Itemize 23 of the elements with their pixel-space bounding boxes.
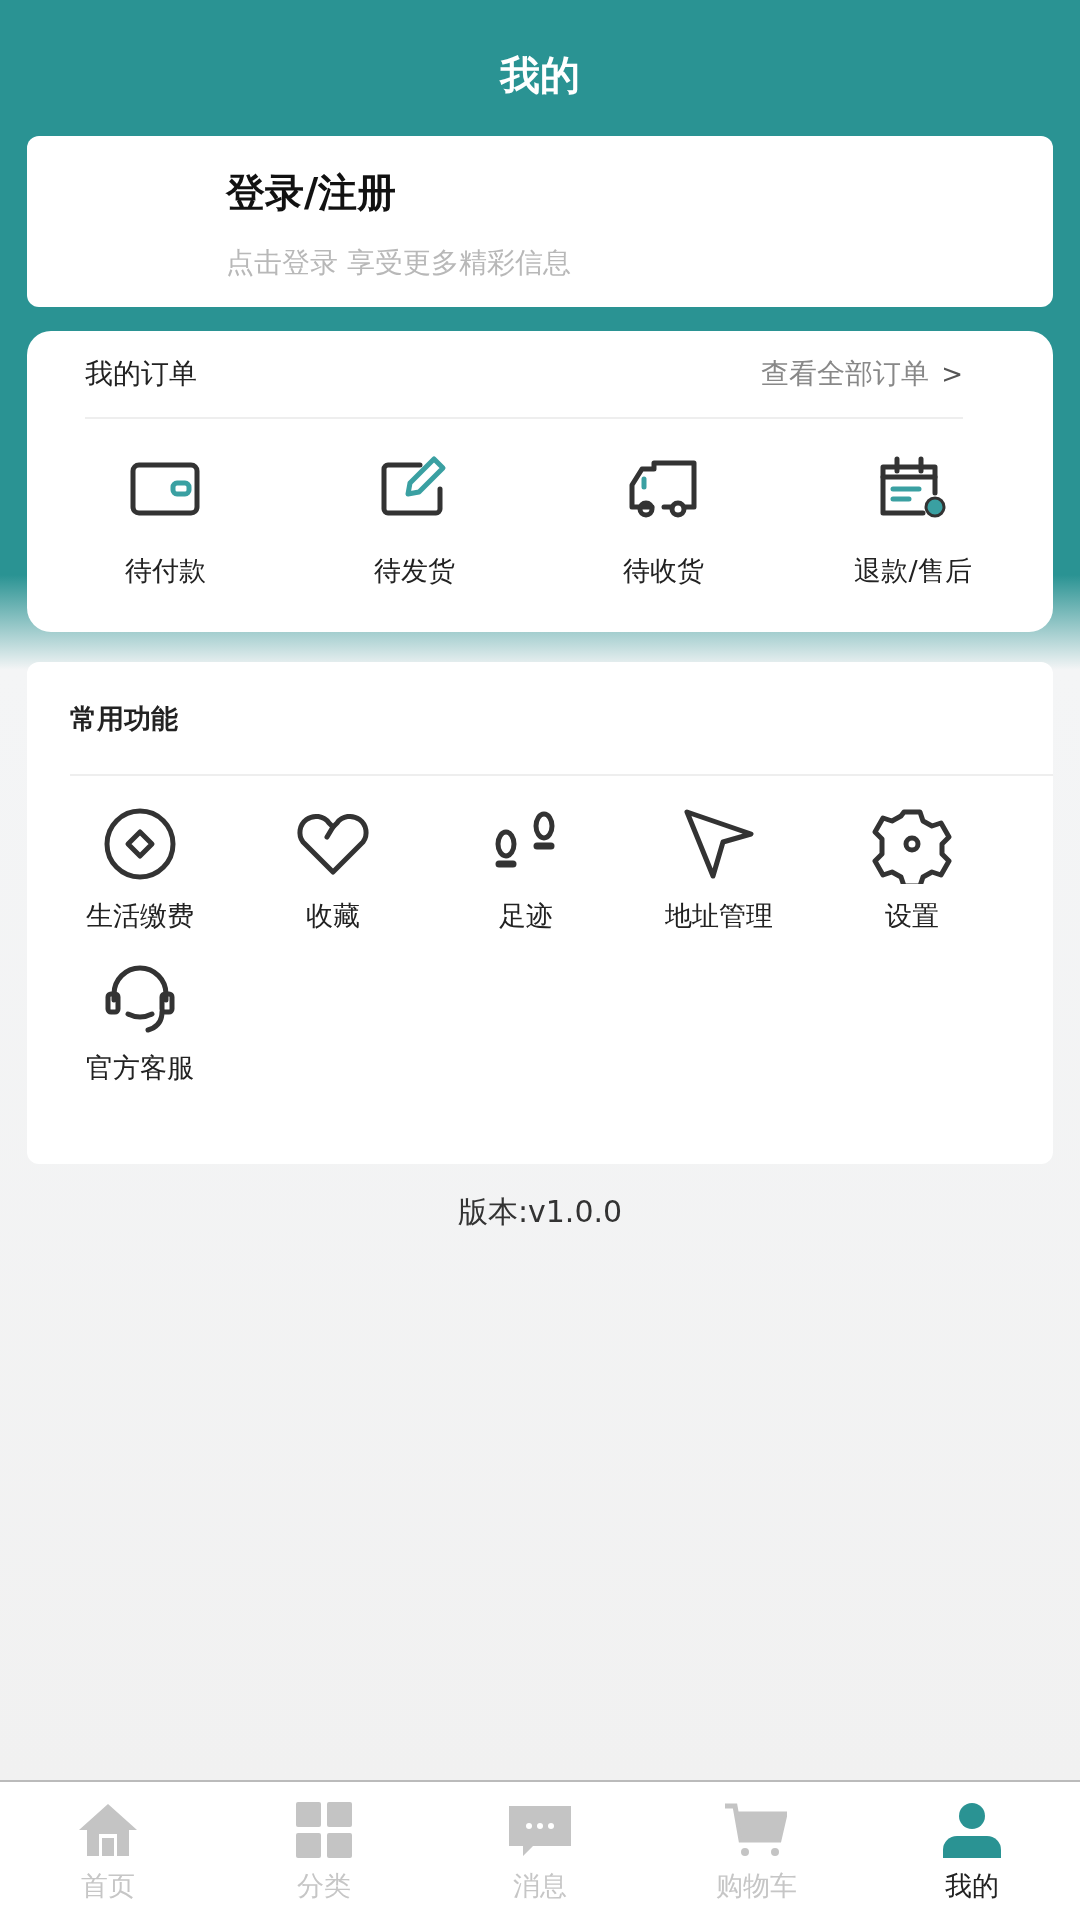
cart-icon [725,1802,787,1858]
page-title: 我的 [498,51,581,100]
function-item[interactable]: 生活缴费 [43,804,236,934]
home-icon [77,1802,139,1858]
login-title: 登录/注册 [226,169,398,217]
version-text: 版本:v1.0.0 [456,1193,624,1231]
order-status-item[interactable]: 待付款 [65,449,265,589]
user-icon [941,1802,1003,1858]
function-item[interactable]: 足迹 [429,804,622,934]
function-item[interactable]: 官方客服 [43,956,236,1086]
function-item[interactable]: 设置 [815,804,1008,934]
order-status-item[interactable]: 退款/售后 [813,449,1013,589]
login-subtitle: 点击登录 享受更多精彩信息 [226,245,572,281]
order-status-item[interactable]: 待收货 [563,449,764,589]
function-item[interactable]: 收藏 [236,804,429,934]
tab-item[interactable]: 我的 [864,1782,1080,1920]
view-all-orders-link[interactable]: 查看全部订单 > [761,355,963,393]
functions-title: 常用功能 [70,702,178,736]
login-card[interactable]: 登录/注册 点击登录 享受更多精彩信息 [27,136,1053,307]
orders-title: 我的订单 [85,356,197,392]
order-status-item[interactable]: 待发货 [314,449,515,589]
function-item[interactable]: 地址管理 [622,804,815,934]
grid-icon [296,1802,352,1858]
